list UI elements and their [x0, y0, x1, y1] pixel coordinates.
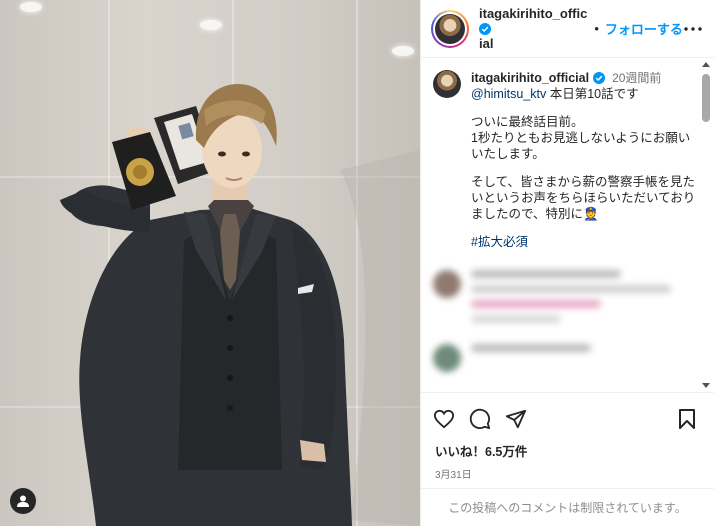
verified-badge-icon — [592, 72, 605, 84]
verified-badge-icon — [479, 23, 491, 35]
comments-scroll-area[interactable]: itagakirihito_official 20週間前 @himitsu_kt… — [421, 58, 714, 392]
bookmark-icon — [679, 409, 695, 429]
mention-link[interactable]: @himitsu_ktv — [471, 87, 546, 101]
caption-avatar[interactable] — [433, 70, 461, 98]
scroll-down-arrow[interactable] — [702, 383, 710, 388]
username-line-1: itagakirihito_offic — [479, 6, 588, 21]
comment-avatar — [433, 344, 461, 372]
user-icon — [17, 495, 29, 507]
post-actions: いいね！6.5万件 3月31日 — [421, 392, 714, 481]
scroll-up-arrow[interactable] — [702, 62, 710, 67]
post-header: itagakirihito_offic ial • フォローする — [421, 0, 714, 58]
caption-text: itagakirihito_official 20週間前 @himitsu_kt… — [471, 70, 700, 250]
comments-disabled-notice: この投稿へのコメントは制限されています。 — [421, 488, 714, 526]
follow-button[interactable]: フォローする — [605, 19, 683, 38]
share-button[interactable] — [503, 406, 529, 432]
more-options-button[interactable] — [683, 18, 704, 40]
scrollbar-thumb[interactable] — [702, 74, 710, 122]
caption-username[interactable]: itagakirihito_official — [471, 71, 589, 85]
likes-count[interactable]: いいね！6.5万件 — [431, 441, 704, 460]
avatar-image — [435, 13, 465, 44]
caption-line-1: 本日第10話です — [546, 87, 639, 101]
comment-avatar — [433, 270, 461, 298]
profile-avatar[interactable] — [431, 9, 469, 48]
comment-blurred — [421, 344, 714, 372]
caption-block: itagakirihito_official 20週間前 @himitsu_kt… — [421, 58, 714, 250]
username-line-2: ial — [479, 36, 494, 51]
heart-icon — [433, 409, 455, 429]
more-horizontal-icon — [684, 26, 703, 31]
hashtag-link[interactable]: #拡大必須 — [471, 234, 700, 250]
post-date[interactable]: 3月31日 — [431, 466, 704, 481]
tagged-user-button[interactable] — [10, 488, 36, 514]
caption-time[interactable]: 20週間前 — [612, 71, 661, 85]
caption-paragraph-2: そして、皆さまから薪の警察手帳を見たいというお声をちらほらいただいておりましたの… — [471, 175, 696, 221]
header-username[interactable]: itagakirihito_offic ial — [479, 6, 590, 51]
scrollbar[interactable] — [698, 58, 714, 392]
person-illustration — [60, 84, 420, 526]
comment-blurred — [421, 270, 714, 330]
comment-icon — [469, 408, 491, 430]
save-button[interactable] — [674, 406, 700, 432]
comment-button[interactable] — [467, 406, 493, 432]
paper-plane-icon — [505, 409, 527, 429]
like-button[interactable] — [431, 406, 457, 432]
separator-dot: • — [594, 21, 599, 36]
post-sidebar: itagakirihito_offic ial • フォローする itagaki… — [420, 0, 714, 526]
caption-paragraph-1: ついに最終話目前。 1秒たりともお見逃しないようにお願いいたします。 — [471, 115, 691, 161]
post-photo[interactable] — [0, 0, 420, 526]
